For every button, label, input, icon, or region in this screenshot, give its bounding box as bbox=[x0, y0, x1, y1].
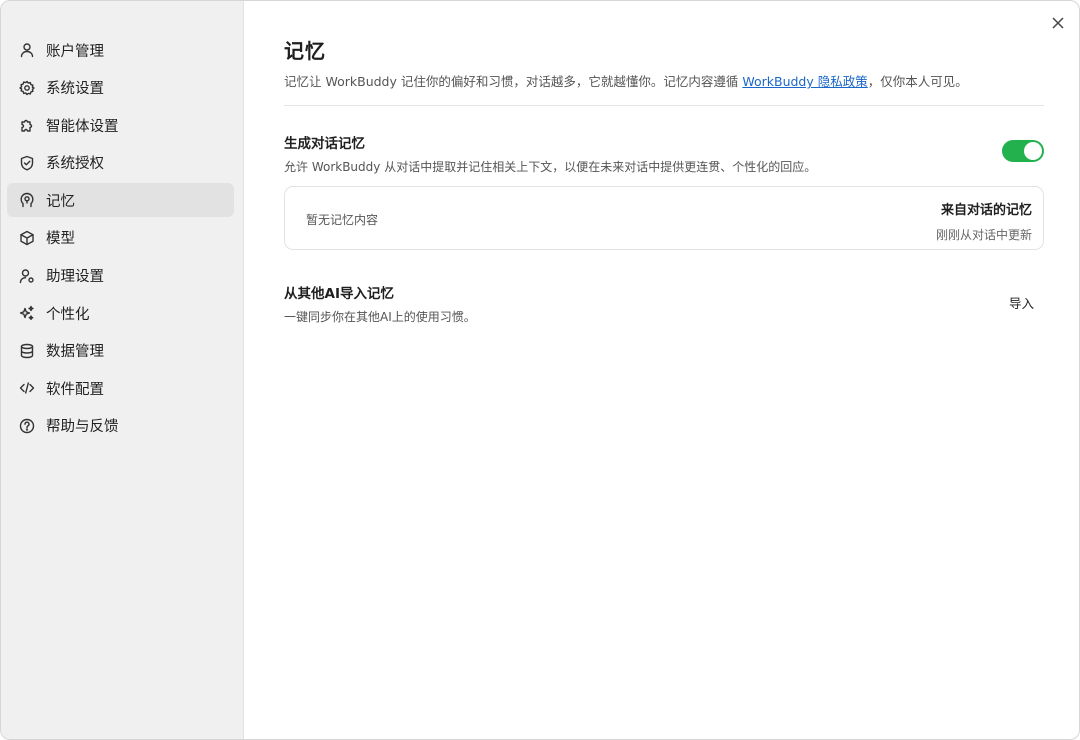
memory-source-status: 刚刚从对话中更新 bbox=[935, 228, 1032, 242]
sidebar: 账户管理 系统设置 智能体设置 系统授权 记忆 模型 助理设置 个性化 数据管理… bbox=[1, 1, 244, 739]
sidebar-item-account[interactable]: 账户管理 bbox=[7, 33, 234, 67]
memory-source: 来自对话的记忆 刚刚从对话中更新 bbox=[936, 199, 1032, 243]
sidebar-item-label: 模型 bbox=[46, 231, 75, 248]
memory-head-icon bbox=[19, 192, 35, 208]
sidebar-item-help-feedback[interactable]: 帮助与反馈 bbox=[7, 409, 234, 443]
sidebar-item-label: 帮助与反馈 bbox=[46, 419, 119, 436]
database-icon bbox=[19, 343, 35, 359]
conversation-memory-desc: 允许 WorkBuddy 从对话中提取并记住相关上下文，以便在未来对话中提供更连… bbox=[284, 160, 817, 174]
sidebar-item-label: 个性化 bbox=[46, 306, 90, 323]
conversation-memory-title: 生成对话记忆 bbox=[284, 136, 365, 152]
sidebar-item-label: 系统授权 bbox=[46, 156, 104, 173]
import-memory-desc: 一键同步你在其他AI上的使用习惯。 bbox=[284, 310, 476, 324]
sidebar-item-label: 软件配置 bbox=[46, 381, 104, 398]
gear-icon bbox=[19, 80, 35, 96]
conversation-memory-toggle[interactable] bbox=[1002, 140, 1044, 162]
sidebar-item-data-management[interactable]: 数据管理 bbox=[7, 334, 234, 368]
shield-icon bbox=[19, 155, 35, 171]
settings-window: 账户管理 系统设置 智能体设置 系统授权 记忆 模型 助理设置 个性化 数据管理… bbox=[0, 0, 1080, 740]
conversation-memory-section: 生成对话记忆 允许 WorkBuddy 从对话中提取并记住相关上下文，以便在未来… bbox=[284, 132, 1044, 175]
cube-icon bbox=[19, 230, 35, 246]
page-desc-text-end: ，仅你本人可见。 bbox=[867, 74, 968, 89]
code-icon bbox=[19, 380, 35, 396]
import-memory-title: 从其他AI导入记忆 bbox=[284, 286, 394, 302]
help-icon bbox=[19, 418, 35, 434]
sidebar-item-models[interactable]: 模型 bbox=[7, 221, 234, 255]
divider bbox=[284, 105, 1044, 106]
sidebar-item-software-config[interactable]: 软件配置 bbox=[7, 371, 234, 405]
sidebar-item-system-authorization[interactable]: 系统授权 bbox=[7, 146, 234, 180]
sidebar-item-agent-settings[interactable]: 智能体设置 bbox=[7, 108, 234, 142]
privacy-policy-link[interactable]: WorkBuddy 隐私政策 bbox=[742, 74, 867, 89]
sparkle-icon bbox=[19, 305, 35, 321]
sidebar-item-memory[interactable]: 记忆 bbox=[7, 183, 234, 218]
sidebar-item-label: 账户管理 bbox=[46, 43, 104, 60]
user-icon bbox=[19, 42, 35, 58]
puzzle-icon bbox=[19, 117, 35, 133]
page-desc-text: 记忆让 WorkBuddy 记住你的偏好和习惯，对话越多，它就越懂你。记忆内容遵… bbox=[284, 74, 743, 89]
sidebar-item-personalization[interactable]: 个性化 bbox=[7, 296, 234, 330]
page-description: 记忆让 WorkBuddy 记住你的偏好和习惯，对话越多，它就越懂你。记忆内容遵… bbox=[284, 73, 1044, 91]
sidebar-item-label: 数据管理 bbox=[46, 344, 104, 361]
close-icon bbox=[1052, 17, 1064, 29]
toggle-knob bbox=[1024, 142, 1042, 160]
empty-memory-text: 暂无记忆内容 bbox=[306, 213, 379, 227]
memory-card: 暂无记忆内容 来自对话的记忆 刚刚从对话中更新 bbox=[284, 186, 1044, 250]
main-content: 记忆 记忆让 WorkBuddy 记住你的偏好和习惯，对话越多，它就越懂你。记忆… bbox=[244, 1, 1079, 739]
user-gear-icon bbox=[19, 268, 35, 284]
sidebar-item-label: 系统设置 bbox=[46, 81, 104, 98]
close-button[interactable] bbox=[1048, 13, 1068, 33]
sidebar-item-assistant-settings[interactable]: 助理设置 bbox=[7, 259, 234, 293]
import-button[interactable]: 导入 bbox=[1009, 293, 1034, 312]
page-title: 记忆 bbox=[284, 39, 326, 63]
sidebar-item-system-settings[interactable]: 系统设置 bbox=[7, 71, 234, 105]
sidebar-item-label: 记忆 bbox=[46, 193, 75, 210]
memory-source-title: 来自对话的记忆 bbox=[940, 203, 1032, 218]
sidebar-item-label: 助理设置 bbox=[46, 269, 104, 286]
import-memory-section: 从其他AI导入记忆 一键同步你在其他AI上的使用习惯。 导入 bbox=[284, 282, 1044, 325]
sidebar-item-label: 智能体设置 bbox=[46, 118, 119, 135]
